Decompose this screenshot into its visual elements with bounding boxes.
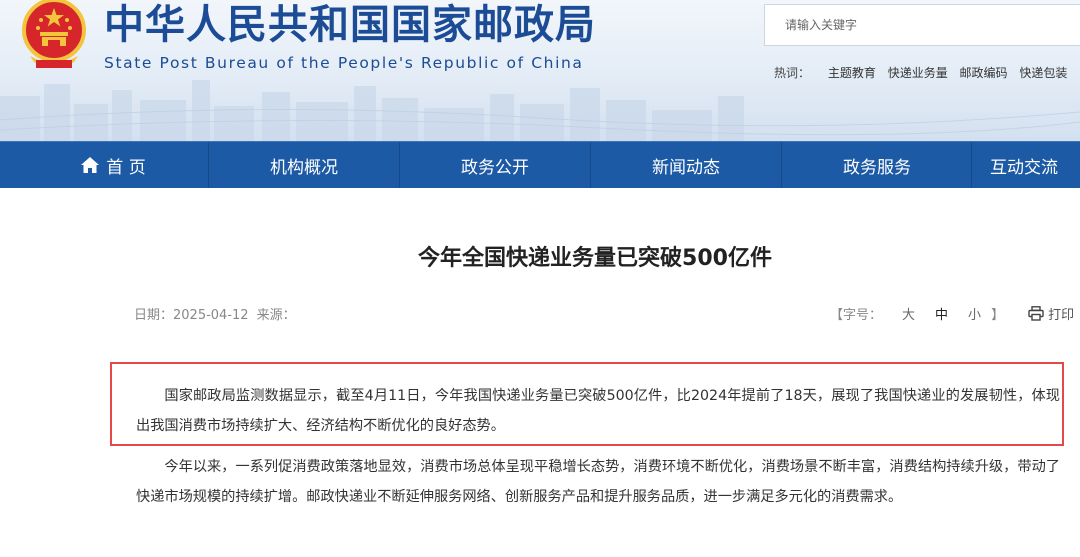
national-emblem-icon [22,0,86,68]
source-label: 来源： [256,308,296,323]
font-size-large-button[interactable]: 大 [902,304,915,323]
font-size-medium-button[interactable]: 中 [935,304,948,323]
site-title-en: State Post Bureau of the People's Republ… [104,54,584,72]
nav-item-interaction[interactable]: 互动交流 [990,142,1080,188]
article-title: 今年全国快递业务量已突破500亿件 [418,246,772,271]
nav-item-services[interactable]: 政务服务 [782,142,972,188]
nav-divider [971,142,972,188]
nav-item-government-affairs[interactable]: 政务公开 [400,142,590,188]
article-date: 2025-04-12 [173,308,249,323]
article-tools: 【字号： 大 中 小 】 打印 [830,304,1074,323]
article-paragraph: 国家邮政局监测数据显示，截至4月11日，今年我国快递业务量已突破500亿件，比2… [136,388,1060,434]
hotword-link[interactable]: 快递业务量 [888,66,948,80]
print-icon[interactable] [1028,306,1044,321]
search-box [764,4,1080,46]
font-size-small-button[interactable]: 小 [968,304,981,323]
article-paragraph: 今年以来，一系列促消费政策落地显效，消费市场总体呈现平稳增长态势，消费环境不断优… [136,459,1060,505]
hotword-link[interactable]: 主题教育 [828,66,876,80]
site-header: 中华人民共和国国家邮政局 State Post Bureau of the Pe… [0,0,1080,141]
hotword-link[interactable]: 邮政编码 [960,66,1008,80]
date-label: 日期： [134,308,174,323]
font-size-label: 【字号： [830,308,883,323]
hotwords-label: 热词： [774,66,811,80]
main-nav: 首 页 机构概况 政务公开 新闻动态 政务服务 互动交流 [0,141,1080,188]
search-input[interactable] [765,5,1080,45]
print-button[interactable]: 打印 [1048,304,1074,323]
hotwords-bar: 热词： 主题教育 快递业务量 邮政编码 快递包装 [774,64,1075,81]
font-size-close-bracket: 】 [991,308,1005,323]
home-icon [81,157,100,173]
nav-item-news[interactable]: 新闻动态 [591,142,781,188]
article-meta: 日期：2025-04-12 来源： [134,304,296,323]
nav-item-about[interactable]: 机构概况 [209,142,399,188]
site-title-cn: 中华人民共和国国家邮政局 [104,2,596,48]
nav-item-label: 首 页 [106,157,146,178]
hotword-link[interactable]: 快递包装 [1019,66,1067,80]
nav-item-home[interactable]: 首 页 [18,142,208,188]
